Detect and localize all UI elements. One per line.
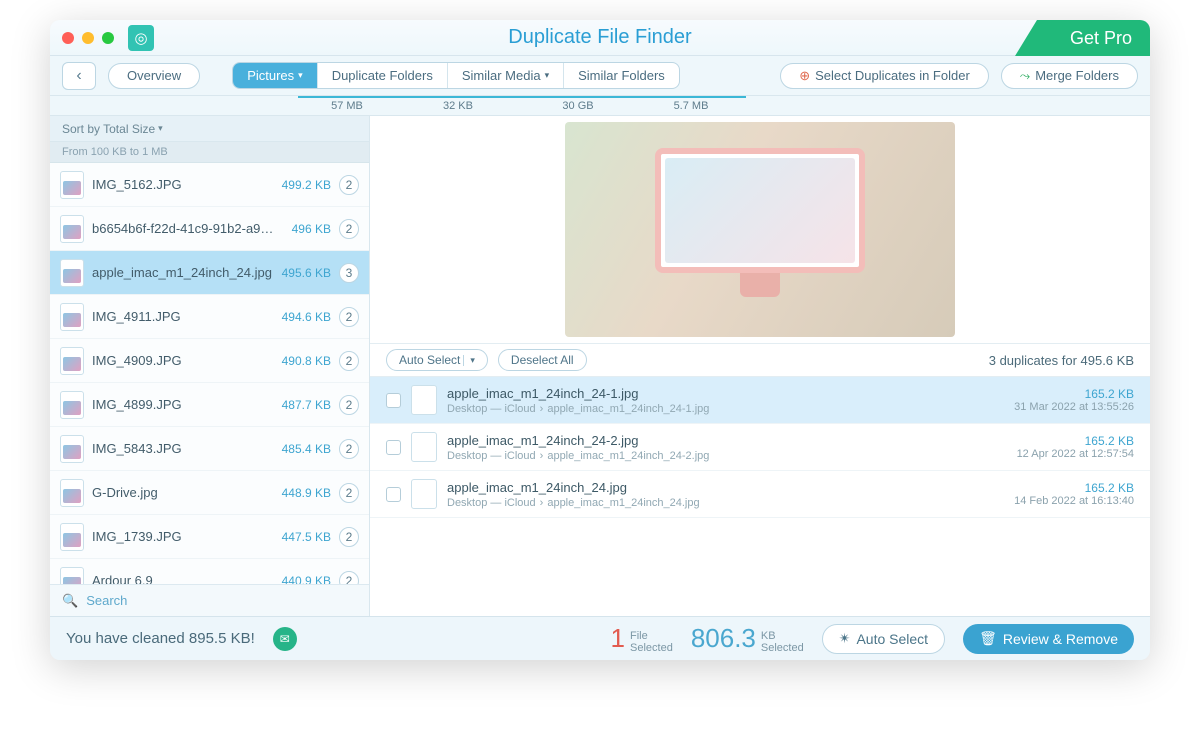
tab-size-similar-media: 30 GB [520, 96, 636, 112]
select-duplicates-button[interactable]: ⊕Select Duplicates in Folder [780, 63, 989, 89]
cleaned-label: You have cleaned 895.5 KB! [66, 630, 255, 647]
tab-similar-folders[interactable]: Similar Folders [564, 63, 679, 88]
merge-icon: ⤳ [1020, 68, 1030, 84]
mail-icon[interactable]: ✉ [273, 627, 297, 651]
preview-image [565, 122, 955, 337]
file-icon [60, 391, 84, 419]
toolbar: ‹ Overview Pictures▾ Duplicate Folders S… [50, 56, 1150, 96]
auto-select-button[interactable]: ✴Auto Select [822, 624, 945, 654]
file-icon [60, 171, 84, 199]
minimize-icon[interactable] [82, 32, 94, 44]
file-icon [60, 215, 84, 243]
list-item[interactable]: IMG_5162.JPG499.2 KB2 [50, 163, 369, 207]
tab-pictures[interactable]: Pictures▾ [233, 63, 318, 88]
app-window: ◎ Duplicate File Finder Get Pro ‹ Overvi… [50, 20, 1150, 660]
window-controls [62, 32, 114, 44]
tab-similar-media[interactable]: Similar Media▾ [448, 63, 564, 88]
file-path: Desktop — iCloud›apple_imac_m1_24inch_24… [447, 497, 1004, 509]
preview-area [370, 116, 1150, 343]
get-pro-button[interactable]: Get Pro [1015, 20, 1150, 56]
file-icon [60, 567, 84, 585]
file-icon [411, 479, 437, 509]
tab-size-dup-folders: 32 KB [396, 96, 520, 112]
sparkle-icon: ✴ [839, 630, 851, 647]
file-group-list[interactable]: IMG_5162.JPG499.2 KB2 b6654b6f-f22d-41c9… [50, 163, 369, 584]
file-path: Desktop — iCloud›apple_imac_m1_24inch_24… [447, 450, 1007, 462]
duplicate-row[interactable]: apple_imac_m1_24inch_24-2.jpg Desktop — … [370, 424, 1150, 471]
back-button[interactable]: ‹ [62, 62, 96, 90]
size-filter-label: From 100 KB to 1 MB [50, 142, 369, 163]
content-area: Sort by Total Size▾ From 100 KB to 1 MB … [50, 116, 1150, 616]
duplicate-row[interactable]: apple_imac_m1_24inch_24.jpg Desktop — iC… [370, 471, 1150, 518]
list-item[interactable]: IMG_4909.JPG490.8 KB2 [50, 339, 369, 383]
file-icon [60, 347, 84, 375]
overview-button[interactable]: Overview [108, 63, 200, 89]
sidebar: Sort by Total Size▾ From 100 KB to 1 MB … [50, 116, 370, 616]
chevron-down-icon: ▾ [545, 70, 550, 81]
list-item[interactable]: b6654b6f-f22d-41c9-91b2-a9…496 KB2 [50, 207, 369, 251]
sort-dropdown[interactable]: Sort by Total Size▾ [50, 122, 163, 136]
search-field[interactable]: 🔍 Search [50, 584, 369, 616]
close-icon[interactable] [62, 32, 74, 44]
tab-duplicate-folders[interactable]: Duplicate Folders [318, 63, 448, 88]
duplicate-row[interactable]: apple_imac_m1_24inch_24-1.jpg Desktop — … [370, 377, 1150, 424]
duplicates-summary: 3 duplicates for 495.6 KB [989, 353, 1134, 368]
file-icon [411, 385, 437, 415]
chevron-left-icon: ‹ [76, 67, 81, 85]
chevron-down-icon: ▾ [158, 123, 163, 134]
checkbox[interactable] [386, 487, 401, 502]
file-path: Desktop — iCloud›apple_imac_m1_24inch_24… [447, 403, 1004, 415]
chevron-down-icon: ▾ [463, 355, 475, 366]
main-pane: Auto Select▾ Deselect All 3 duplicates f… [370, 116, 1150, 616]
imac-illustration [655, 148, 865, 298]
list-item[interactable]: IMG_4911.JPG494.6 KB2 [50, 295, 369, 339]
file-icon [411, 432, 437, 462]
tab-size-pictures: 57 MB [298, 96, 396, 112]
maximize-icon[interactable] [102, 32, 114, 44]
file-icon [60, 523, 84, 551]
window-title: Duplicate File Finder [508, 26, 691, 49]
checkbox[interactable] [386, 440, 401, 455]
titlebar: ◎ Duplicate File Finder Get Pro [50, 20, 1150, 56]
app-icon: ◎ [128, 25, 154, 51]
search-icon: 🔍 [62, 593, 78, 609]
file-icon [60, 303, 84, 331]
review-remove-button[interactable]: 🗑Review & Remove [963, 624, 1134, 654]
kb-selected-stat: 806.3 KBSelected [691, 623, 804, 654]
files-selected-stat: 1 FileSelected [611, 623, 673, 654]
list-item[interactable]: IMG_1739.JPG447.5 KB2 [50, 515, 369, 559]
duplicates-list[interactable]: apple_imac_m1_24inch_24-1.jpg Desktop — … [370, 377, 1150, 616]
file-icon [60, 259, 84, 287]
list-item[interactable]: IMG_4899.JPG487.7 KB2 [50, 383, 369, 427]
checkbox[interactable] [386, 393, 401, 408]
file-icon [60, 479, 84, 507]
list-item[interactable]: Ardour 6.9440.9 KB2 [50, 559, 369, 584]
status-bar: You have cleaned 895.5 KB! ✉ 1 FileSelec… [50, 616, 1150, 660]
trash-icon: 🗑 [979, 630, 997, 647]
tab-size-similar-folders: 5.7 MB [636, 96, 746, 112]
list-item[interactable]: apple_imac_m1_24inch_24.jpg495.6 KB3 [50, 251, 369, 295]
target-icon: ⊕ [799, 68, 810, 84]
file-icon [60, 435, 84, 463]
chevron-down-icon: ▾ [298, 70, 303, 81]
list-item[interactable]: IMG_5843.JPG485.4 KB2 [50, 427, 369, 471]
category-tabs: Pictures▾ Duplicate Folders Similar Medi… [232, 62, 680, 89]
duplicates-toolbar: Auto Select▾ Deselect All 3 duplicates f… [370, 343, 1150, 377]
list-item[interactable]: G-Drive.jpg448.9 KB2 [50, 471, 369, 515]
merge-folders-button[interactable]: ⤳Merge Folders [1001, 63, 1138, 89]
auto-select-dropdown[interactable]: Auto Select▾ [386, 349, 488, 371]
deselect-all-button[interactable]: Deselect All [498, 349, 587, 371]
